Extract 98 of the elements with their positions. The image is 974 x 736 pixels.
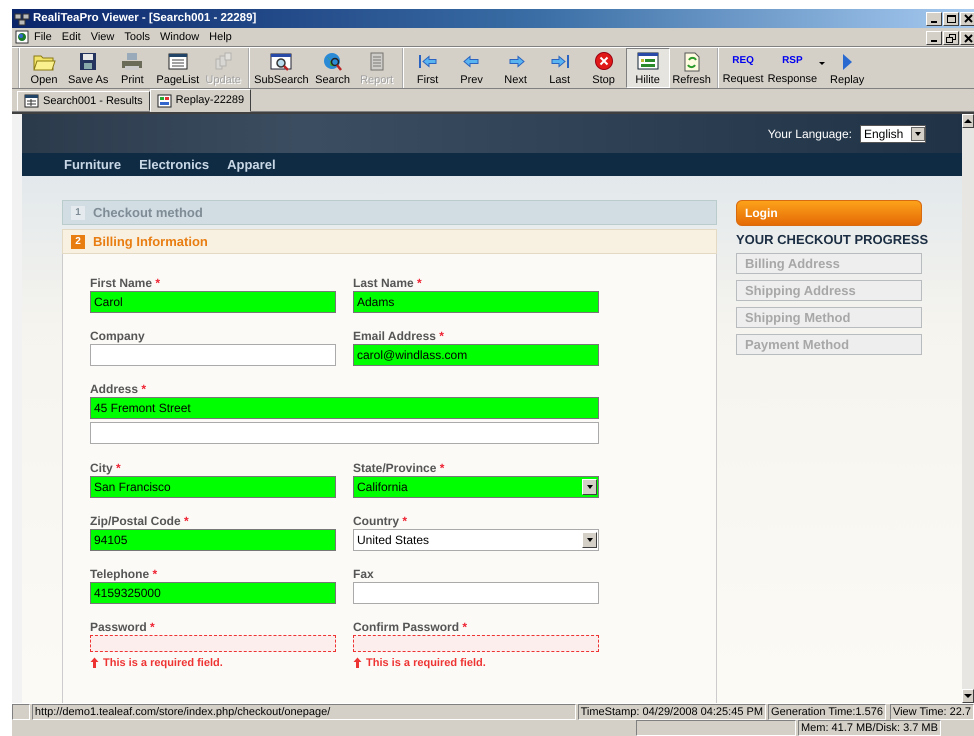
input-field[interactable]: 94105 (90, 529, 336, 551)
field-label: Telephone * (90, 566, 158, 582)
app-icon (14, 12, 30, 26)
field-label: Password * (90, 619, 156, 635)
toolbar-button[interactable]: RSP Response (766, 48, 820, 88)
error-message: This is a required field. (103, 656, 223, 670)
close-button[interactable] (960, 31, 974, 45)
tab[interactable]: Search001 - Results (17, 91, 150, 111)
section-heading: YOUR CHECKOUT PROGRESS (736, 232, 928, 248)
colored-blocks-icon (156, 94, 172, 108)
toolbar-button[interactable]: Open (22, 48, 66, 88)
minimize-icon (931, 20, 937, 22)
menu-item[interactable]: Window (155, 28, 204, 46)
field-label: Company (90, 328, 146, 344)
field-label: Confirm Password * (353, 619, 468, 635)
toolbar-button[interactable]: Hilite (626, 48, 670, 88)
toolbar-button[interactable]: Last (538, 48, 582, 88)
input-field[interactable] (90, 344, 336, 366)
field-label: Zip/Postal Code * (90, 513, 190, 529)
maximize-button[interactable] (943, 12, 959, 26)
menu-item[interactable]: File (29, 28, 57, 46)
arrow-up-icon (90, 657, 99, 668)
menu-item[interactable]: View (86, 28, 120, 46)
status-timestamp: TimeStamp: 04/29/2008 04:25:45 PM (578, 704, 766, 720)
toolbar-button[interactable]: REQ Request (720, 48, 766, 88)
language-select[interactable]: English (860, 124, 926, 142)
status-view-time: View Time: 22.7 (890, 704, 974, 720)
field-label: Address * (90, 381, 148, 397)
close-icon (964, 34, 972, 42)
field-label: Last Name * (353, 275, 423, 291)
minimize-icon (931, 40, 937, 42)
progress-item: Billing Address (736, 253, 922, 274)
language-label: Your Language: (768, 126, 852, 140)
close-button[interactable] (960, 12, 974, 26)
minimize-button[interactable] (926, 12, 942, 26)
dropdown-arrow-icon (584, 536, 594, 544)
select-field[interactable]: United States (353, 529, 599, 551)
input-field[interactable] (353, 635, 599, 652)
menu-item[interactable]: Edit (56, 28, 86, 46)
toolbar-button[interactable]: Search (310, 48, 355, 88)
input-field[interactable]: 4159325000 (90, 582, 336, 604)
toolbar-button[interactable]: Replay (825, 48, 870, 88)
select-field[interactable]: California (353, 476, 599, 498)
close-icon (964, 14, 972, 23)
status-generation-time: Generation Time:1.576 (768, 704, 886, 720)
list-window-icon (166, 51, 190, 72)
toolbar-button[interactable]: Next (494, 48, 538, 88)
nav-link[interactable]: Apparel (227, 157, 276, 172)
window-search-icon (269, 51, 294, 72)
input-field[interactable] (90, 635, 336, 652)
scroll-down-icon[interactable] (964, 693, 972, 699)
printer-icon (120, 51, 144, 72)
status-memory: Mem: 41.7 MB/Disk: 3.7 MB (798, 720, 941, 736)
window-title: RealiTeaPro Viewer - [Search001 - 22289] (33, 10, 256, 26)
input-field[interactable]: Adams (353, 291, 599, 313)
input-field[interactable] (353, 582, 599, 604)
toolbar-button[interactable]: Save As (66, 48, 110, 88)
toolbar-button[interactable]: Refresh (670, 48, 714, 88)
input-field[interactable]: carol@windlass.com (353, 344, 599, 366)
scroll-up-icon[interactable] (964, 118, 972, 124)
dropdown-caret-icon[interactable] (819, 62, 826, 65)
toolbar-button[interactable]: Prev (450, 48, 494, 88)
field-label: First Name * (90, 275, 162, 291)
toolbar-button[interactable]: SubSearch (252, 48, 311, 88)
highlight-window-icon (636, 51, 660, 72)
field-label: Country * (353, 513, 408, 529)
progress-item: Shipping Method (736, 307, 922, 328)
nav-link[interactable]: Furniture (64, 157, 122, 172)
error-message: This is a required field. (366, 656, 486, 670)
field-label: Fax (353, 566, 375, 582)
field-label: City * (90, 460, 122, 476)
minimize-button[interactable] (926, 31, 942, 45)
nav-link[interactable]: Electronics (139, 157, 210, 172)
toolbar-button[interactable]: First (406, 48, 450, 88)
toolbar-button[interactable]: Stop (582, 48, 626, 88)
field-label: Email Address * (353, 328, 445, 344)
input-field[interactable]: San Francisco (90, 476, 336, 498)
dropdown-arrow-icon (584, 483, 594, 491)
input-field[interactable]: 45 Fremont Street (90, 397, 599, 419)
status-panel (12, 704, 30, 720)
table-icon (24, 94, 39, 108)
menu-item[interactable]: Help (204, 28, 237, 46)
toolbar-button[interactable]: PageList (154, 48, 202, 88)
arrow-up-icon (353, 657, 362, 668)
restore-button[interactable] (943, 31, 959, 45)
restore-icon (946, 34, 956, 42)
input-field[interactable]: Carol (90, 291, 336, 313)
tab[interactable]: Replay-22289 (150, 89, 252, 112)
maximize-icon (946, 14, 956, 22)
document-icon (15, 30, 29, 44)
toolbar-button[interactable]: Print (110, 48, 154, 88)
status-url: http://demo1.tealeaf.com/store/index.php/checkout/onepage/ (32, 704, 576, 720)
progress-item: Shipping Address (736, 280, 922, 301)
vertical-scrollbar[interactable] (962, 114, 974, 703)
field-label: State/Province * (353, 460, 446, 476)
progress-item: Payment Method (736, 334, 922, 355)
input-field[interactable] (90, 422, 599, 444)
menu-item[interactable]: Tools (119, 28, 156, 46)
